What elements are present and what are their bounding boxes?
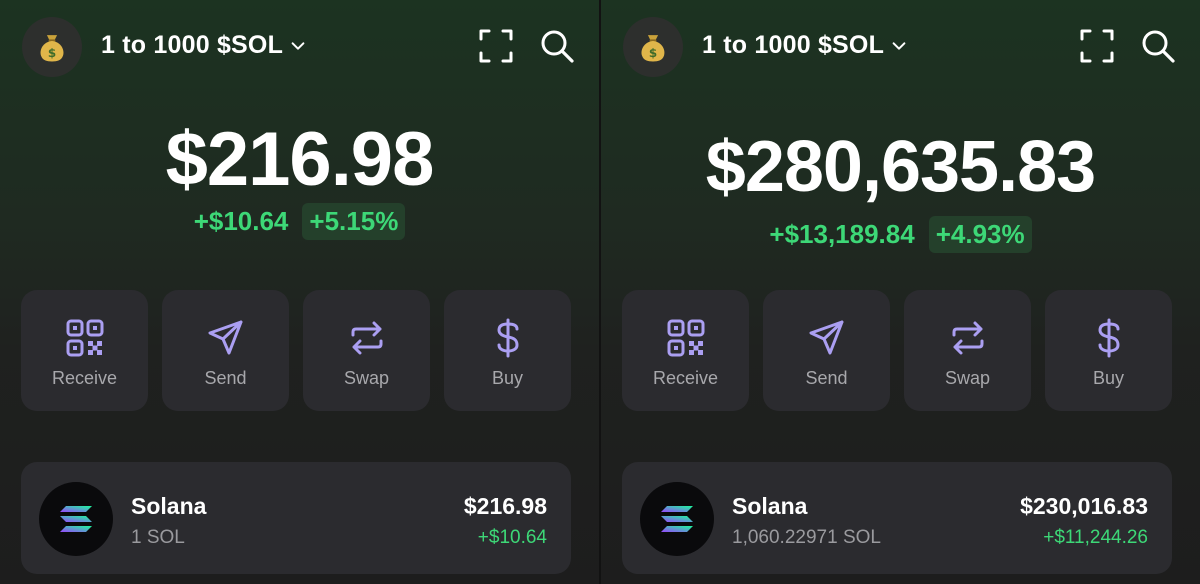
swap-arrows-icon — [952, 321, 983, 355]
swap-button[interactable]: Swap — [904, 290, 1031, 411]
total-balance: $280,635.83 — [705, 127, 1096, 207]
swap-arrows-icon — [351, 321, 382, 355]
account-name: 1 to 1000 $SOL — [702, 31, 885, 59]
change-amount: +$13,189.84 — [769, 219, 915, 249]
buy-button[interactable]: Buy — [444, 290, 571, 411]
token-logo — [39, 482, 113, 556]
send-button[interactable]: Send — [162, 290, 289, 411]
chevron-down-icon — [892, 41, 906, 50]
swap-button[interactable]: Swap — [303, 290, 430, 411]
action-buttons: Receive Send Swap Buy — [622, 290, 1172, 411]
chevron-down-icon — [291, 41, 305, 50]
balance-change: +$13,189.84 +4.93% — [601, 216, 1200, 253]
dollar-icon — [496, 318, 519, 358]
buy-label: Buy — [1092, 368, 1125, 388]
token-name: Solana — [732, 493, 808, 519]
search-icon[interactable] — [539, 28, 575, 64]
wallet-screen-right: $ 1 to 1000 $SOL $280,635.83 +$13,189.84… — [601, 0, 1200, 584]
action-buttons: Receive Send Swap Buy — [21, 290, 571, 411]
receive-label: Receive — [652, 368, 719, 388]
send-button[interactable]: Send — [763, 290, 890, 411]
qr-code-icon — [66, 319, 103, 357]
total-balance: $216.98 — [165, 117, 435, 202]
swap-label: Swap — [343, 368, 390, 388]
token-value: $230,016.83 — [1020, 493, 1148, 519]
account-selector[interactable]: 1 to 1000 $SOL — [101, 31, 307, 60]
token-amount: 1 SOL — [131, 527, 185, 548]
token-row-solana[interactable]: Solana 1,060.22971 SOL $230,016.83 +$11,… — [622, 462, 1172, 574]
token-amount: 1,060.22971 SOL — [732, 527, 881, 548]
token-logo — [640, 482, 714, 556]
search-icon[interactable] — [1140, 28, 1176, 64]
money-bag-icon: $ — [641, 35, 665, 62]
send-label: Send — [204, 368, 247, 388]
send-label: Send — [805, 368, 848, 388]
dollar-icon — [1097, 318, 1120, 358]
receive-button[interactable]: Receive — [21, 290, 148, 411]
scan-qr-icon[interactable] — [478, 28, 514, 64]
token-change: +$11,244.26 — [1043, 527, 1148, 548]
change-percent-badge: +4.93% — [928, 216, 1032, 253]
send-plane-icon — [208, 320, 242, 355]
solana-logo-icon — [60, 506, 92, 532]
wallet-screen-left: $ 1 to 1000 $SOL $216.98 +$10.64 +5.15% — [0, 0, 599, 584]
scan-qr-icon[interactable] — [1079, 28, 1115, 64]
token-row-solana[interactable]: Solana 1 SOL $216.98 +$10.64 — [21, 462, 571, 574]
token-change: +$10.64 — [477, 527, 547, 548]
svg-text:$: $ — [48, 46, 56, 60]
money-bag-icon: $ — [40, 35, 64, 62]
change-percent-badge: +5.15% — [302, 203, 406, 240]
token-name: Solana — [131, 493, 207, 519]
qr-code-icon — [667, 319, 704, 357]
account-selector[interactable]: 1 to 1000 $SOL — [702, 31, 908, 60]
comparison-screenshot: $ 1 to 1000 $SOL $216.98 +$10.64 +5.15% — [0, 0, 1200, 584]
buy-button[interactable]: Buy — [1045, 290, 1172, 411]
send-plane-icon — [809, 320, 843, 355]
swap-label: Swap — [944, 368, 991, 388]
token-value: $216.98 — [463, 493, 547, 519]
receive-label: Receive — [51, 368, 118, 388]
svg-text:$: $ — [649, 46, 657, 60]
account-avatar[interactable]: $ — [22, 17, 82, 77]
buy-label: Buy — [491, 368, 524, 388]
change-amount: +$10.64 — [193, 206, 289, 236]
receive-button[interactable]: Receive — [622, 290, 749, 411]
solana-logo-icon — [661, 506, 693, 532]
balance-change: +$10.64 +5.15% — [0, 203, 599, 240]
account-avatar[interactable]: $ — [623, 17, 683, 77]
account-name: 1 to 1000 $SOL — [101, 31, 284, 59]
